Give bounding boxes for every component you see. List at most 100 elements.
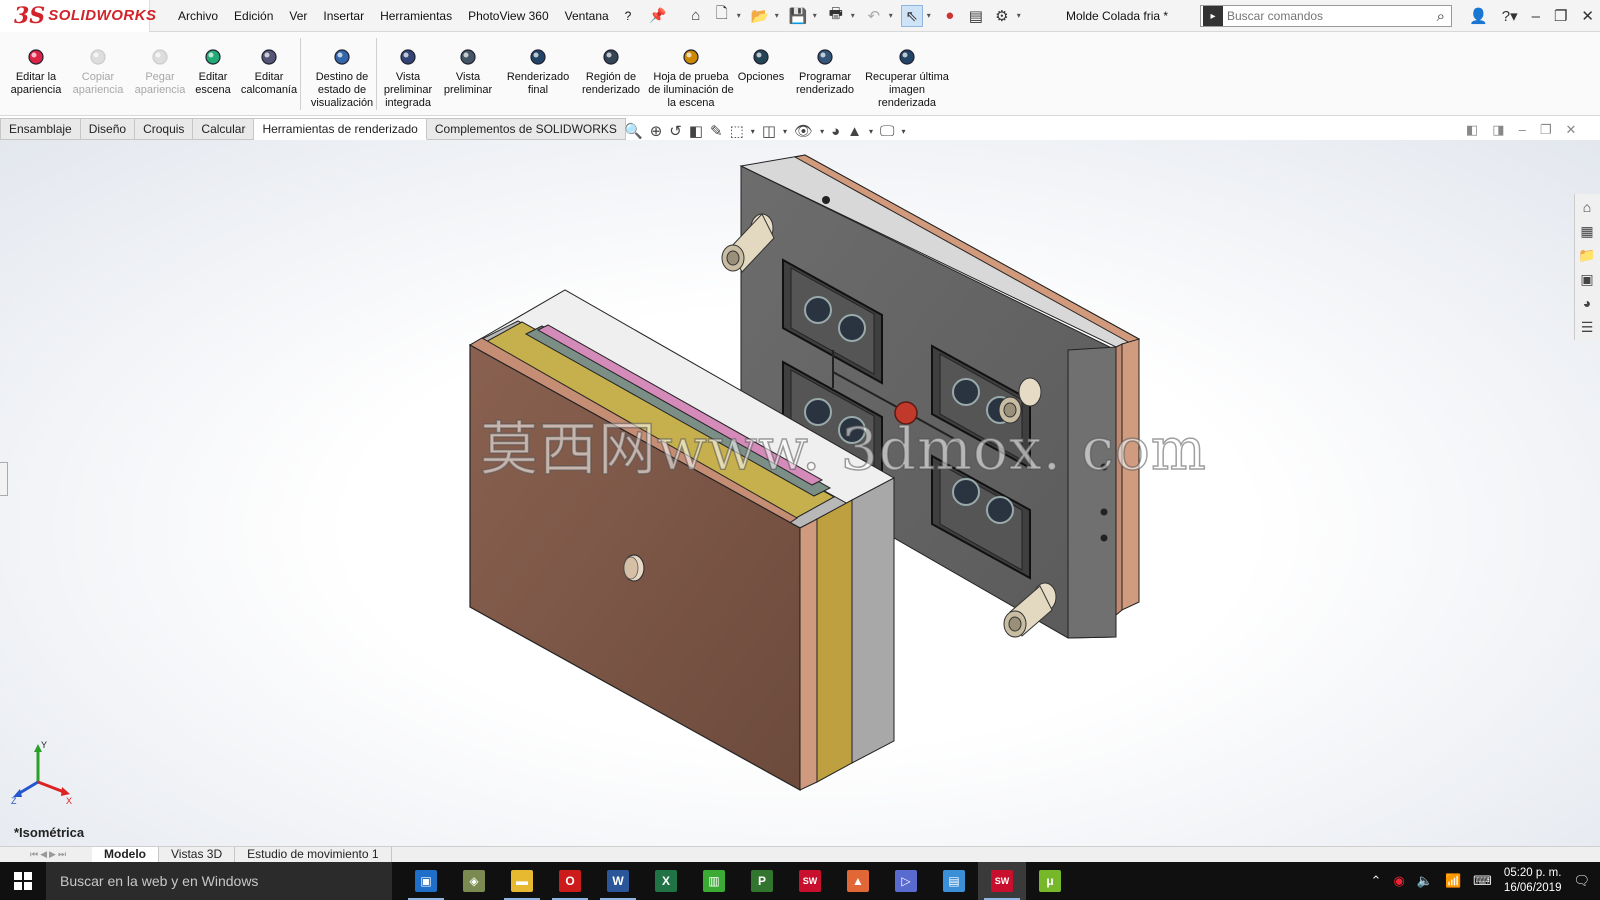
last-tab-icon[interactable]: ⏭ bbox=[58, 849, 66, 860]
close-icon[interactable]: ✕ bbox=[1581, 7, 1594, 25]
ribbon-button[interactable]: Hoja de prueba de iluminación de la esce… bbox=[648, 46, 734, 110]
minimize-icon[interactable]: – bbox=[1532, 8, 1540, 25]
help-icon[interactable]: ?▾ bbox=[1502, 7, 1518, 25]
restore-icon[interactable]: ❐ bbox=[1554, 7, 1567, 25]
panel-right-icon[interactable]: ◨ bbox=[1492, 122, 1504, 138]
ribbon-button[interactable]: Pegar apariencia bbox=[132, 46, 188, 97]
first-tab-icon[interactable]: ⏮ bbox=[30, 849, 38, 860]
resources-home-icon[interactable]: ⌂ bbox=[1575, 197, 1599, 217]
mold-assembly-model[interactable] bbox=[0, 140, 1600, 846]
charts-app-taskbar-button[interactable]: ▥ bbox=[690, 862, 738, 900]
ribbon-button[interactable]: Programar renderizado bbox=[792, 46, 858, 97]
feature-manager-handle[interactable] bbox=[0, 462, 8, 496]
options-gear-icon[interactable]: ⚙ bbox=[991, 5, 1013, 27]
next-tab-icon[interactable]: ▶ bbox=[49, 849, 56, 860]
menu-item[interactable]: Herramientas bbox=[372, 0, 460, 32]
appearances-scenes-icon[interactable]: ◕ bbox=[1575, 293, 1599, 313]
taskbar-search-box[interactable]: Buscar en la web y en Windows bbox=[46, 862, 392, 900]
antivirus-icon[interactable]: ◉ bbox=[1393, 873, 1404, 889]
command-tab[interactable]: Calcular bbox=[193, 118, 255, 140]
magnifier-icon[interactable]: ⌕ bbox=[1437, 8, 1445, 25]
dynamic-annotation-icon[interactable]: ✎ bbox=[710, 122, 723, 140]
print-dropdown-icon[interactable]: ▾ bbox=[851, 11, 859, 20]
show-hidden-icons-icon[interactable]: ⌃ bbox=[1371, 873, 1382, 889]
select-pointer-icon[interactable]: ⇖ bbox=[900, 4, 923, 27]
command-tab[interactable]: Complementos de SOLIDWORKS bbox=[426, 118, 626, 140]
bottom-tab[interactable]: Estudio de movimiento 1 bbox=[235, 847, 392, 862]
hide-show-items-icon[interactable]: 👁 bbox=[794, 122, 813, 140]
file-explorer-pane-icon[interactable]: 📁 bbox=[1575, 245, 1599, 265]
undo-icon[interactable]: ↶ bbox=[863, 5, 885, 27]
zoom-to-fit-icon[interactable]: 🔍 bbox=[624, 122, 643, 140]
ribbon-button[interactable]: Vista preliminar bbox=[440, 46, 496, 97]
ribbon-button[interactable]: Editar calcomanía bbox=[238, 46, 300, 97]
doc-close-icon[interactable]: ✕ bbox=[1565, 122, 1576, 138]
tab-scroll-arrows[interactable]: ⏮ ◀ ▶ ⏭ bbox=[0, 847, 92, 862]
view-orientation-dropdown-icon[interactable]: ▾ bbox=[751, 127, 755, 136]
photos-app-taskbar-button[interactable]: ▣ bbox=[402, 862, 450, 900]
start-button[interactable] bbox=[0, 862, 46, 900]
view-settings-icon[interactable]: 🖵 bbox=[880, 123, 894, 140]
menu-item[interactable]: Archivo bbox=[170, 0, 226, 32]
zoom-to-area-icon[interactable]: ⊕ bbox=[650, 122, 663, 140]
previous-view-icon[interactable]: ↺ bbox=[669, 122, 682, 140]
file-explorer-taskbar-button[interactable]: ▬ bbox=[498, 862, 546, 900]
ribbon-button[interactable]: Destino de estado de visualización bbox=[304, 46, 380, 110]
doc-minimize-icon[interactable]: – bbox=[1519, 122, 1526, 138]
view-settings-dropdown-icon[interactable]: ▾ bbox=[901, 127, 905, 136]
print-icon[interactable]: 🖶 bbox=[825, 5, 847, 27]
hide-show-dropdown-icon[interactable]: ▾ bbox=[820, 127, 824, 136]
excel-app-taskbar-button[interactable]: X bbox=[642, 862, 690, 900]
traffic-light-icon[interactable]: ● bbox=[939, 5, 961, 27]
solidworks-2018-b-taskbar-button[interactable]: SW bbox=[978, 862, 1026, 900]
apply-scene-icon[interactable]: ▲ bbox=[847, 123, 862, 140]
ribbon-button[interactable]: Editar la apariencia bbox=[8, 46, 64, 97]
display-style-icon[interactable]: ◫ bbox=[762, 122, 776, 140]
new-dropdown-icon[interactable]: ▾ bbox=[737, 11, 745, 20]
network-icon[interactable]: 📶 bbox=[1445, 873, 1461, 889]
menu-item[interactable]: Ventana bbox=[557, 0, 617, 32]
graphics-viewport[interactable]: 莫西网www. 3dmox. com ⌂ ▦ 📁 ▣ ◕ ☰ Y X Z *Is… bbox=[0, 140, 1600, 846]
command-tab[interactable]: Diseño bbox=[80, 118, 136, 140]
project-app-taskbar-button[interactable]: P bbox=[738, 862, 786, 900]
media-app-taskbar-button[interactable]: ▷ bbox=[882, 862, 930, 900]
select-dropdown-icon[interactable]: ▾ bbox=[927, 11, 935, 20]
taskbar-clock[interactable]: 05:20 p. m. 16/06/2019 bbox=[1504, 866, 1562, 896]
search-input[interactable] bbox=[1227, 9, 1437, 23]
design-library-icon[interactable]: ▦ bbox=[1575, 221, 1599, 241]
apply-scene-dropdown-icon[interactable]: ▾ bbox=[869, 127, 873, 136]
new-document-icon[interactable]: 🗋 bbox=[711, 5, 733, 27]
opera-browser-taskbar-button[interactable]: O bbox=[546, 862, 594, 900]
action-center-icon[interactable]: 🗨 bbox=[1573, 873, 1590, 889]
save-dropdown-icon[interactable]: ▾ bbox=[813, 11, 821, 20]
options-dropdown-icon[interactable]: ▾ bbox=[1017, 11, 1025, 20]
keyboard-icon[interactable]: ⌨ bbox=[1473, 873, 1492, 889]
menu-item[interactable]: Insertar bbox=[315, 0, 372, 32]
command-tab[interactable]: Herramientas de renderizado bbox=[254, 118, 427, 140]
custom-properties-icon[interactable]: ☰ bbox=[1575, 317, 1599, 337]
panel-left-icon[interactable]: ◧ bbox=[1466, 122, 1478, 138]
ribbon-button[interactable]: Vista preliminar integrada bbox=[380, 46, 436, 110]
remote-desktop-app-taskbar-button[interactable]: ▤ bbox=[930, 862, 978, 900]
view-palette-icon[interactable]: ▣ bbox=[1575, 269, 1599, 289]
ribbon-button[interactable]: Recuperar última imagen renderizada bbox=[862, 46, 952, 110]
menu-item[interactable]: Ver bbox=[281, 0, 315, 32]
pin-icon[interactable]: 📌 bbox=[649, 7, 666, 24]
menu-item[interactable]: PhotoView 360 bbox=[460, 0, 557, 32]
3d-app-taskbar-button[interactable]: ◈ bbox=[450, 862, 498, 900]
solidworks-2018-a-taskbar-button[interactable]: SW bbox=[786, 862, 834, 900]
open-folder-icon[interactable]: 📂 bbox=[749, 5, 771, 27]
home-icon[interactable]: ⌂ bbox=[685, 5, 707, 27]
view-orientation-icon[interactable]: ⬚ bbox=[730, 122, 744, 140]
ribbon-button[interactable]: Editar escena bbox=[192, 46, 234, 97]
command-tab[interactable]: Ensamblaje bbox=[0, 118, 81, 140]
command-tab[interactable]: Croquis bbox=[135, 118, 194, 140]
menu-item[interactable]: Edición bbox=[226, 0, 281, 32]
volume-icon[interactable]: 🔈 bbox=[1417, 873, 1433, 889]
ribbon-button[interactable]: Región de renderizado bbox=[578, 46, 644, 97]
ribbon-button[interactable]: Renderizado final bbox=[502, 46, 574, 97]
utorrent-app-taskbar-button[interactable]: μ bbox=[1026, 862, 1074, 900]
file-properties-icon[interactable]: ▤ bbox=[965, 5, 987, 27]
matlab-app-taskbar-button[interactable]: ▲ bbox=[834, 862, 882, 900]
bottom-tab[interactable]: Modelo bbox=[92, 847, 159, 862]
